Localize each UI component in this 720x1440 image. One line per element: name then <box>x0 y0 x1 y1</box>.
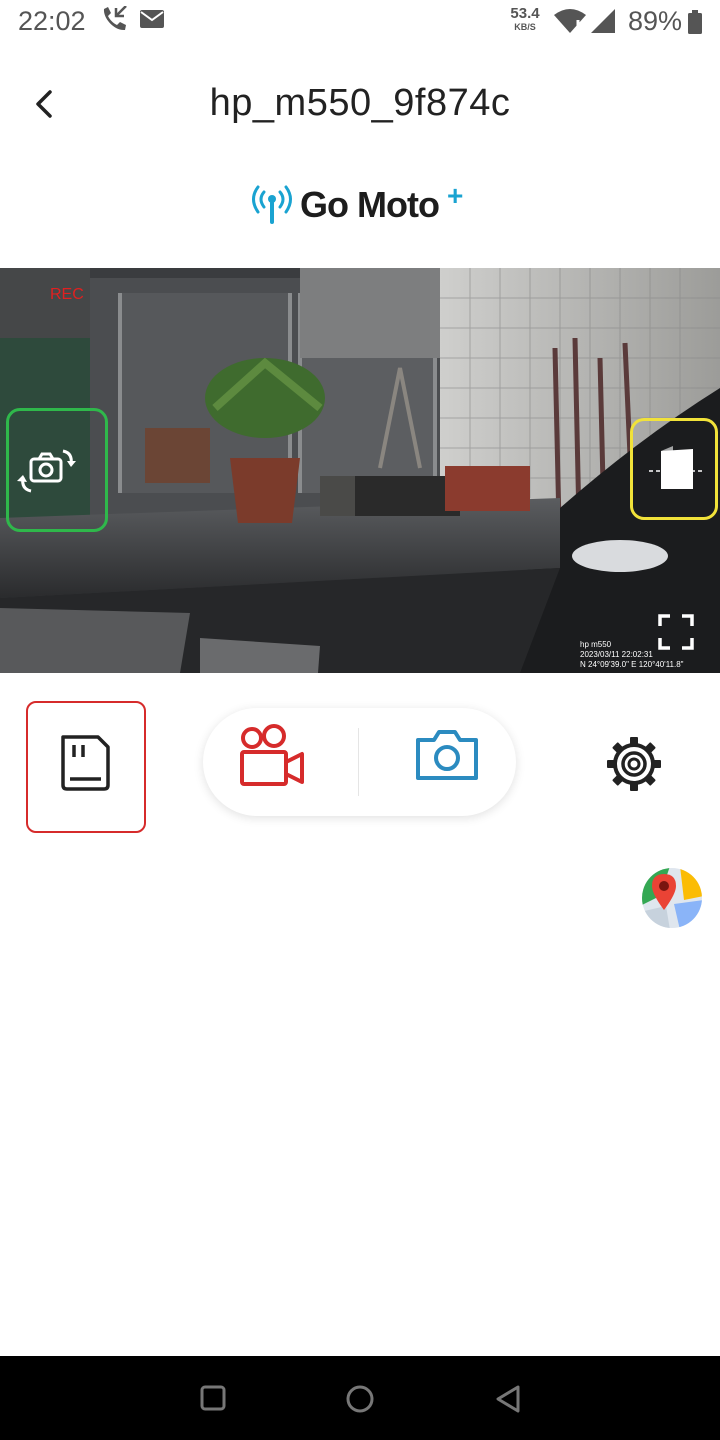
video-camera-icon <box>240 724 304 786</box>
circle-icon <box>346 1385 374 1413</box>
battery-percent: 89% <box>628 6 683 36</box>
record-video-button[interactable] <box>236 722 308 792</box>
divider <box>358 728 359 796</box>
broadcast-icon <box>252 185 292 224</box>
overlay-coords: N 24°09'39.0" E 120°40'11.8" <box>580 660 684 669</box>
gear-icon <box>607 737 661 791</box>
triangle-back-icon <box>496 1385 520 1413</box>
sd-card-icon <box>61 735 110 791</box>
video-overlay-stamp: hp m550 2023/03/11 22:02:31 N 24°09'39.0… <box>580 640 684 670</box>
square-icon <box>200 1385 226 1411</box>
status-time: 22:02 <box>18 6 86 36</box>
live-video-preview[interactable] <box>0 268 720 673</box>
overlay-datetime: 2023/03/11 22:02:31 <box>580 650 653 659</box>
mail-icon <box>140 10 164 35</box>
sd-card-button[interactable] <box>26 701 146 833</box>
map-pin-icon <box>642 868 702 928</box>
mirror-view-button[interactable] <box>630 418 718 520</box>
rec-indicator: REC <box>50 286 84 303</box>
overlay-device: hp m550 <box>580 640 612 649</box>
map-button[interactable] <box>640 866 704 930</box>
flip-icon <box>649 446 703 489</box>
network-speed: 53.4 KB/S <box>510 5 540 32</box>
signal-icon <box>590 8 616 39</box>
wifi-icon <box>553 8 587 39</box>
take-photo-button[interactable] <box>412 726 482 784</box>
camera-icon <box>416 730 478 780</box>
switch-camera-button[interactable] <box>6 408 108 532</box>
settings-button[interactable] <box>604 734 664 794</box>
logo-text: Go Moto <box>300 184 440 225</box>
system-back-button[interactable] <box>494 1384 524 1419</box>
logo-plus: + <box>447 180 464 211</box>
switch-camera-icon <box>17 449 76 493</box>
camera-feed-image <box>0 268 720 673</box>
battery-icon <box>688 10 702 39</box>
recents-button[interactable] <box>200 1385 226 1416</box>
missed-call-icon <box>100 5 130 39</box>
page-title: hp_m550_9f874c <box>209 82 511 124</box>
home-button[interactable] <box>345 1384 375 1419</box>
